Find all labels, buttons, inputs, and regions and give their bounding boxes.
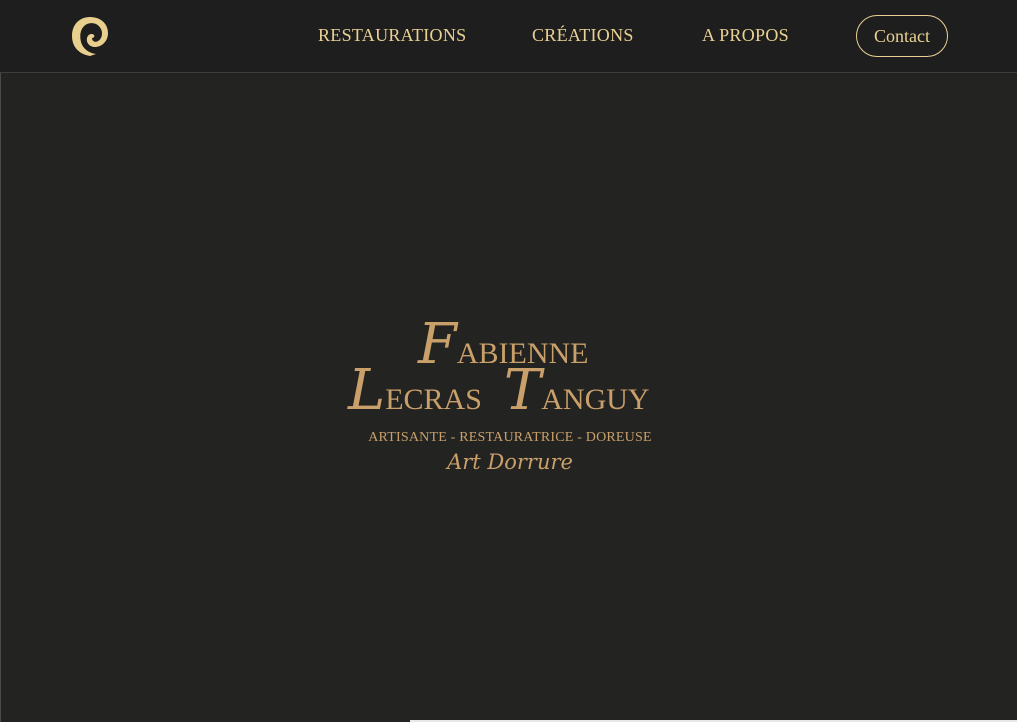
brand-last-name: LECRAS TANGUY (348, 358, 650, 423)
brand-script: Art Dorrure (447, 450, 573, 474)
left-border (0, 73, 1, 722)
nav-creations[interactable]: CRÉATIONS (532, 25, 634, 46)
site-header: RESTAURATIONS CRÉATIONS A PROPOS Contact (0, 0, 1017, 73)
swirl-logo-icon[interactable] (70, 14, 110, 58)
hero-brand-logo: FABIENNE LECRAS TANGUY ARTISANTE - RESTA… (340, 315, 680, 485)
nav-restaurations[interactable]: RESTAURATIONS (318, 25, 466, 46)
contact-button[interactable]: Contact (856, 15, 948, 57)
nav-a-propos[interactable]: A PROPOS (702, 25, 789, 46)
brand-tagline: ARTISANTE - RESTAURATRICE - DOREUSE (368, 430, 652, 445)
